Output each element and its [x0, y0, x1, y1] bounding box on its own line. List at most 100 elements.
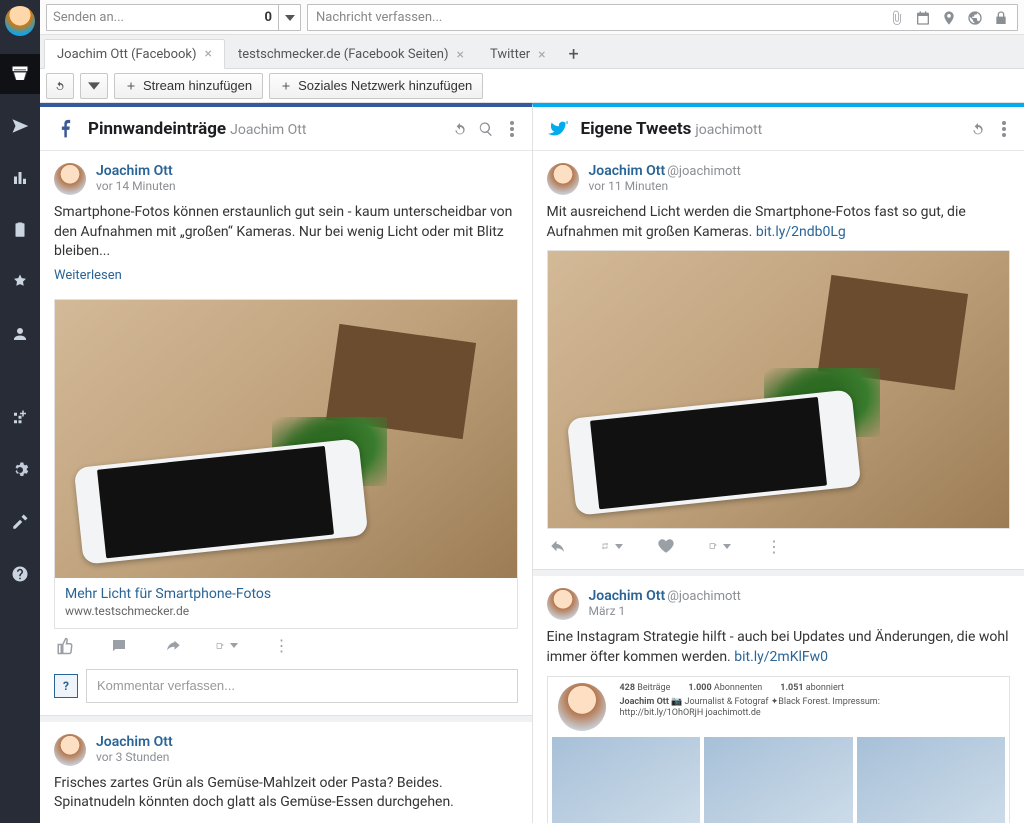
author-name[interactable]: Joachim Ott [96, 734, 173, 750]
like-icon[interactable] [54, 635, 76, 657]
stream-header-facebook: PinnwandeinträgeJoachim Ott [40, 107, 532, 151]
post-time: vor 14 Minuten [96, 179, 176, 193]
privacy-icon[interactable] [967, 10, 983, 26]
contests-icon[interactable] [0, 262, 40, 302]
assignments-icon[interactable] [0, 210, 40, 250]
lock-icon[interactable] [993, 10, 1009, 26]
publisher-icon[interactable] [0, 106, 40, 146]
author-name[interactable]: Joachim Ott [589, 588, 666, 604]
tweet-actions: ⋮ [547, 529, 1011, 561]
comment-input[interactable] [86, 669, 518, 703]
refresh-button[interactable] [46, 73, 74, 99]
preview-image [55, 300, 517, 578]
board-tabs: Joachim Ott (Facebook)× testschmecker.de… [40, 35, 1024, 69]
attach-icon[interactable] [889, 10, 905, 26]
contacts-icon[interactable] [0, 314, 40, 354]
apps-icon[interactable] [0, 398, 40, 438]
author-avatar[interactable] [547, 588, 579, 620]
link-preview-card[interactable]: Mehr Licht für Smartphone-Fotos www.test… [54, 299, 518, 629]
preview-domain: www.testschmecker.de [55, 604, 517, 628]
stream-body-twitter: Joachim Ott@joachimott vor 11 Minuten Mi… [533, 151, 1024, 823]
tab-facebook-profile[interactable]: Joachim Ott (Facebook)× [44, 39, 225, 69]
retweet-icon[interactable] [601, 535, 623, 557]
streams-tab-icon[interactable] [0, 54, 40, 94]
reply-icon[interactable] [547, 535, 569, 557]
comment-icon[interactable] [108, 635, 130, 657]
post-text: Frisches zartes Grün als Gemüse-Mahlzeit… [54, 774, 518, 813]
tools-icon[interactable] [0, 502, 40, 542]
send-to-picker[interactable]: Senden an... 0 [46, 4, 301, 31]
author-handle[interactable]: @joachimott [667, 589, 741, 604]
facebook-icon [54, 117, 78, 141]
settings-icon[interactable] [0, 450, 40, 490]
location-icon[interactable] [941, 10, 957, 26]
close-icon[interactable]: × [457, 47, 464, 63]
stream-twitter: Eigene Tweetsjoachimott Joachim Ott@joac… [532, 103, 1024, 823]
send-to-icon[interactable] [216, 635, 238, 657]
comment-composer: ? [40, 669, 532, 715]
post-more-icon[interactable]: ⋮ [270, 635, 292, 657]
stream-header-twitter: Eigene Tweetsjoachimott [533, 107, 1024, 151]
tab-facebook-page[interactable]: testschmecker.de (Facebook Seiten)× [225, 39, 477, 69]
tweet-more-icon[interactable]: ⋮ [763, 535, 785, 557]
stream-title: Eigene Tweetsjoachimott [581, 119, 763, 139]
tweet: Joachim Ott@joachimott vor 11 Minuten Mi… [533, 151, 1024, 570]
facebook-post: Joachim Ott vor 14 Minuten Smartphone-Fo… [40, 151, 532, 716]
tweet-link[interactable]: bit.ly/2ndb0Lg [756, 224, 846, 240]
tweet-text: Eine Instagram Strategie hilft - auch be… [547, 628, 1011, 667]
send-to-placeholder: Senden an... [53, 10, 265, 25]
author-name[interactable]: Joachim Ott [96, 163, 176, 179]
schedule-icon[interactable] [915, 10, 931, 26]
compose-bar: Senden an... 0 Nachricht verfassen... [40, 0, 1024, 35]
search-icon[interactable] [478, 121, 494, 137]
twitter-icon [547, 117, 571, 141]
tweet-link[interactable]: bit.ly/2mKlFw0 [734, 649, 828, 665]
post-text: Smartphone-Fotos können erstaunlich gut … [54, 203, 518, 262]
compose-placeholder: Nachricht verfassen... [316, 10, 889, 25]
preview-title: Mehr Licht für Smartphone-Fotos [55, 578, 517, 604]
commenter-avatar: ? [54, 674, 78, 698]
author-avatar[interactable] [54, 163, 86, 195]
profile-avatar[interactable] [5, 6, 35, 36]
like-icon[interactable] [655, 535, 677, 557]
share-icon[interactable] [162, 635, 184, 657]
ig-thumb [704, 737, 853, 823]
add-tab-button[interactable]: + [559, 39, 589, 69]
post-time: vor 3 Stunden [96, 750, 173, 764]
refresh-icon[interactable] [452, 121, 468, 137]
author-avatar[interactable] [547, 163, 579, 195]
author-handle[interactable]: @joachimott [667, 164, 741, 179]
more-icon[interactable] [996, 121, 1012, 137]
tab-twitter[interactable]: Twitter× [477, 39, 559, 69]
add-stream-button[interactable]: Stream hinzufügen [114, 73, 263, 99]
help-icon[interactable] [0, 554, 40, 594]
read-more-link[interactable]: Weiterlesen [54, 268, 122, 283]
board-menu-button[interactable] [80, 73, 108, 99]
tweet-time: vor 11 Minuten [589, 179, 741, 193]
compose-message-input[interactable]: Nachricht verfassen... [307, 4, 1018, 31]
analytics-icon[interactable] [0, 158, 40, 198]
tweet-image[interactable] [547, 250, 1011, 529]
author-name[interactable]: Joachim Ott [589, 163, 666, 179]
stream-title: PinnwandeinträgeJoachim Ott [88, 119, 306, 139]
chevron-down-icon[interactable] [278, 5, 300, 30]
tweet-text: Mit ausreichend Licht werden die Smartph… [547, 203, 1011, 242]
instagram-preview[interactable]: 428 Beiträge 1.000 Abonnenten 1.051 abon… [547, 676, 1011, 823]
nav-rail [0, 0, 40, 823]
ig-thumb [552, 737, 701, 823]
stream-body-facebook: Joachim Ott vor 14 Minuten Smartphone-Fo… [40, 151, 532, 823]
ig-thumb [857, 737, 1006, 823]
more-icon[interactable] [504, 121, 520, 137]
facebook-post: Joachim Ott vor 3 Stunden Frisches zarte… [40, 722, 532, 823]
author-avatar[interactable] [54, 734, 86, 766]
close-icon[interactable]: × [205, 46, 212, 62]
add-network-button[interactable]: Soziales Netzwerk hinzufügen [269, 73, 483, 99]
send-to-icon[interactable] [709, 535, 731, 557]
stream-facebook: PinnwandeinträgeJoachim Ott Joachim Ott [40, 103, 532, 823]
main-area: Senden an... 0 Nachricht verfassen... Jo… [40, 0, 1024, 823]
close-icon[interactable]: × [538, 47, 545, 63]
post-actions: ⋮ [54, 629, 518, 661]
board-toolbar: Stream hinzufügen Soziales Netzwerk hinz… [40, 69, 1024, 103]
refresh-icon[interactable] [970, 121, 986, 137]
streams-container: PinnwandeinträgeJoachim Ott Joachim Ott [40, 103, 1024, 823]
